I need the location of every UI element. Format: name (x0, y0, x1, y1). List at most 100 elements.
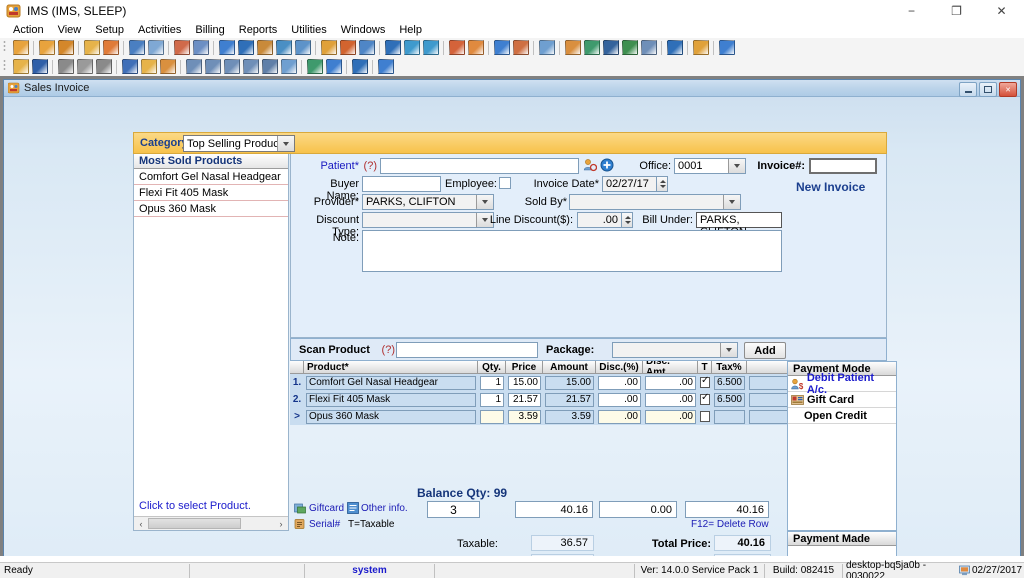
disc-pct-cell[interactable]: .00 (598, 375, 641, 390)
refresh-icon[interactable] (305, 58, 324, 75)
new-record-icon[interactable] (75, 58, 94, 75)
invoice-date-input[interactable]: 02/27/17 (602, 176, 657, 192)
price-cell[interactable]: 21.57 (508, 392, 541, 407)
patient-add-icon[interactable] (37, 39, 56, 56)
chevron-down-icon[interactable] (720, 343, 737, 357)
help-icon[interactable] (665, 39, 684, 56)
taxable-checkbox[interactable] (700, 392, 710, 405)
menu-billing[interactable]: Billing (188, 23, 231, 37)
patient-check-icon[interactable] (56, 39, 75, 56)
open-icon[interactable] (11, 58, 30, 75)
nav-prev-icon[interactable] (203, 58, 222, 75)
list-item[interactable]: Opus 360 Mask (134, 201, 288, 217)
invoice-date-stepper[interactable] (656, 176, 668, 192)
stats-icon[interactable] (492, 39, 511, 56)
flask-icon[interactable] (146, 39, 165, 56)
giftcard-label[interactable]: Giftcard (309, 503, 344, 514)
grid-col-qty[interactable]: Qty. (478, 361, 506, 374)
disc-pct-cell[interactable]: .00 (598, 392, 641, 407)
grid-report-icon[interactable] (319, 39, 338, 56)
other-info-icon[interactable] (347, 502, 359, 514)
menu-activities[interactable]: Activities (131, 23, 188, 37)
child-minimize-button[interactable] (959, 82, 977, 97)
grid-col-price[interactable]: Price (506, 361, 543, 374)
folder-open-icon[interactable] (139, 58, 158, 75)
chevron-down-icon[interactable] (277, 136, 294, 151)
menu-windows[interactable]: Windows (334, 23, 393, 37)
scroll-right-icon[interactable]: › (274, 517, 288, 530)
provider-select[interactable]: PARKS, CLIFTON (362, 194, 494, 210)
globe2-icon[interactable] (421, 39, 440, 56)
menu-utilities[interactable]: Utilities (284, 23, 333, 37)
scan-product-input[interactable] (396, 342, 538, 358)
list-item[interactable]: Flexi Fit 405 Mask (134, 185, 288, 201)
taxable-checkbox[interactable] (700, 375, 710, 388)
patient-icon[interactable] (11, 39, 30, 56)
sort-icon[interactable] (260, 58, 279, 75)
letter-icon[interactable] (357, 39, 376, 56)
category-select[interactable]: Top Selling Products (183, 135, 295, 152)
scroll-track[interactable] (148, 518, 274, 529)
note-textarea[interactable] (362, 230, 782, 272)
claims-icon[interactable] (274, 39, 293, 56)
close2-icon[interactable] (376, 58, 395, 75)
amount-cell[interactable]: 21.57 (545, 392, 594, 407)
chevron-down-icon[interactable] (476, 195, 493, 209)
excel-icon[interactable] (620, 39, 639, 56)
tax-pct-cell[interactable]: 6.500 (714, 375, 745, 390)
package-select[interactable] (612, 342, 738, 358)
print-icon[interactable] (639, 39, 658, 56)
amount-cell[interactable]: 3.59 (545, 409, 594, 424)
patient-input[interactable] (380, 158, 579, 174)
buyer-name-input[interactable] (362, 176, 441, 192)
qty-cell[interactable]: 1 (480, 392, 504, 407)
edit-note-icon[interactable] (101, 39, 120, 56)
grid-col-product[interactable]: Product* (304, 361, 478, 374)
nav-last-icon[interactable] (241, 58, 260, 75)
product-cell[interactable]: Comfort Gel Nasal Headgear (306, 375, 476, 390)
other-info-label[interactable]: Other info. (361, 503, 408, 514)
back-arrow-icon[interactable] (383, 39, 402, 56)
taxable-checkbox[interactable] (700, 411, 710, 422)
billing-dollar-icon[interactable] (217, 39, 236, 56)
ledger-icon[interactable] (255, 39, 274, 56)
card-icon[interactable] (447, 39, 466, 56)
price-cell[interactable]: 15.00 (508, 375, 541, 390)
disc-amt-cell[interactable]: .00 (645, 409, 696, 424)
insurance-icon[interactable] (293, 39, 312, 56)
menu-setup[interactable]: Setup (88, 23, 131, 37)
maximize-button[interactable]: ❐ (934, 0, 979, 22)
globe-icon[interactable] (402, 39, 421, 56)
giftcard-icon[interactable] (294, 502, 306, 514)
payment-icon[interactable] (236, 39, 255, 56)
sold-by-select[interactable] (569, 194, 741, 210)
menu-action[interactable]: Action (6, 23, 51, 37)
serial-icon[interactable] (294, 518, 306, 530)
serial-label[interactable]: Serial# (309, 519, 340, 530)
patient-add-icon[interactable] (600, 158, 614, 172)
tax-pct-cell[interactable] (714, 409, 745, 424)
line-discount-input[interactable]: .00 (577, 212, 622, 228)
grid-col-tax-pct[interactable]: Tax% (712, 361, 747, 374)
payment-mode-item-debit[interactable]: $ Debit Patient A/c. (788, 372, 896, 396)
minimize-button[interactable]: − (889, 0, 934, 22)
price-cell[interactable]: 3.59 (508, 409, 541, 424)
disc-amt-cell[interactable]: .00 (645, 375, 696, 390)
find-icon[interactable] (30, 58, 49, 75)
open-folder-icon[interactable] (82, 39, 101, 56)
help2-icon[interactable] (350, 58, 369, 75)
toolbar-grip-2[interactable] (3, 59, 9, 74)
close-button[interactable]: ✕ (979, 0, 1024, 22)
qty-cell[interactable]: 1 (480, 375, 504, 390)
nav-first-icon[interactable] (184, 58, 203, 75)
qty-cell[interactable] (480, 409, 504, 424)
disc-amt-cell[interactable]: .00 (645, 392, 696, 407)
nav-next-icon[interactable] (222, 58, 241, 75)
discount-type-select[interactable] (362, 212, 494, 228)
chevron-down-icon[interactable] (723, 195, 740, 209)
copy-icon[interactable] (279, 58, 298, 75)
word-icon[interactable] (601, 39, 620, 56)
scroll-left-icon[interactable]: ‹ (134, 517, 148, 530)
child-close-button[interactable]: ✕ (999, 82, 1017, 97)
office-select[interactable]: 0001 (674, 158, 746, 174)
